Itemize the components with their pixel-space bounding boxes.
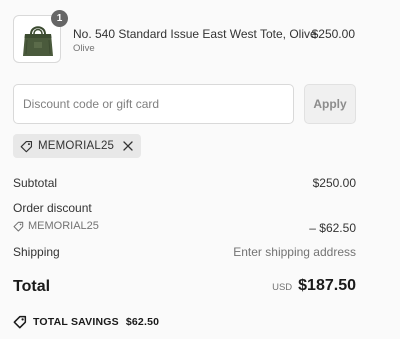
total-value: $187.50 — [298, 277, 356, 294]
product-name: No. 540 Standard Issue East West Tote, O… — [73, 27, 317, 41]
olive-tote-bag-image — [23, 26, 53, 56]
shipping-label: Shipping — [13, 245, 60, 259]
total-savings: TOTAL SAVINGS $62.50 — [13, 315, 159, 329]
apply-discount-button[interactable]: Apply — [304, 84, 356, 124]
shipping-value: Enter shipping address — [233, 245, 356, 259]
discount-code-input[interactable] — [13, 84, 294, 124]
product-price: $250.00 — [311, 27, 355, 41]
order-discount-code: MEMORIAL25 — [13, 220, 99, 232]
tag-icon — [13, 315, 27, 329]
subtotal-value: $250.00 — [312, 176, 356, 190]
quantity-badge: 1 — [51, 10, 68, 27]
total-currency: USD — [272, 282, 293, 293]
remove-discount-button[interactable] — [121, 139, 135, 153]
order-summary: 1 No. 540 Standard Issue East West Tote,… — [0, 0, 400, 339]
tag-icon — [20, 140, 33, 152]
total-value-group: USD $187.50 — [272, 277, 356, 295]
total-savings-value: $62.50 — [125, 316, 160, 328]
tag-icon — [13, 221, 24, 231]
applied-discount-code: MEMORIAL25 — [38, 140, 115, 152]
applied-discount-chip: MEMORIAL25 — [13, 134, 142, 158]
order-discount-label: Order discount — [13, 201, 92, 215]
order-discount-code-label: MEMORIAL25 — [28, 220, 99, 232]
subtotal-label: Subtotal — [13, 176, 58, 190]
close-icon — [123, 141, 133, 151]
order-discount-value: – $62.50 — [309, 221, 356, 235]
product-variant: Olive — [73, 43, 95, 54]
total-label: Total — [13, 278, 51, 295]
total-savings-label: TOTAL SAVINGS — [33, 316, 119, 328]
